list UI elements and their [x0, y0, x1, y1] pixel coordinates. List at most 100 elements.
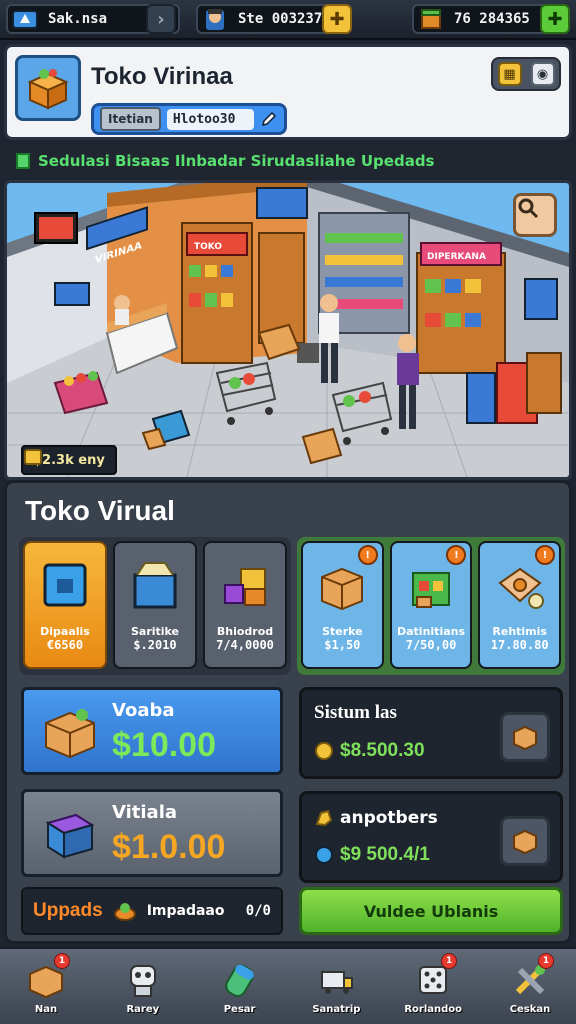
settings-icon[interactable]: ◉ — [530, 62, 555, 86]
shop-item-2[interactable]: Bhiodrod 7/4,0000 — [203, 541, 287, 669]
shop-item-price: 7/4,0000 — [216, 638, 274, 652]
fruit-crate-icon — [34, 695, 106, 767]
money-card-amount: $1.0.00 — [112, 828, 226, 866]
gold-nugget-icon — [315, 809, 333, 827]
gold-ticket-icon — [24, 449, 42, 465]
earnings-text: $2.3k eny — [33, 452, 105, 468]
shop-item-price: 17.80.80 — [490, 638, 549, 652]
magnifier-icon — [518, 198, 539, 219]
shop-item-price: $.2010 — [133, 638, 177, 652]
shop-item-name: Datinitians — [397, 625, 466, 638]
stat-row: $9 500.4/1 — [314, 844, 430, 866]
avatar — [198, 4, 232, 34]
coins-chip[interactable]: Ste 003237 ✚ — [196, 4, 352, 34]
package-button[interactable] — [500, 712, 550, 762]
store-scene[interactable]: VIRINAA TOKO DIPERKANA $2.3k eny — [4, 180, 572, 480]
upgrades-row[interactable]: Uppads Impadaao 0/0 — [21, 887, 283, 935]
panel-title: Toko Virual — [25, 495, 175, 526]
truck-icon — [314, 958, 358, 1002]
gem-icon — [315, 846, 333, 864]
stat-card-title: anpotbers — [340, 808, 438, 828]
coins-value: Ste 003237 — [238, 11, 323, 27]
shop-item-name: Sterke — [322, 625, 363, 638]
bottom-nav: 1 Nan Rarey Pesar Sanatrip 1 Rorlandoo 1… — [0, 946, 576, 1024]
gems-chip[interactable]: 76 284365 ✚ — [412, 4, 570, 34]
package-icon — [513, 725, 537, 751]
boxes-icon — [207, 547, 283, 623]
alert-badge: ! — [535, 545, 556, 565]
earnings-chip[interactable]: $2.3k eny — [21, 445, 117, 475]
upgrades-sub: Impadaao — [146, 903, 225, 919]
battery-icon — [218, 958, 262, 1002]
shop-item-name: Saritike — [130, 625, 180, 638]
stat-card-system[interactable]: Sistum las $8.500.30 — [299, 687, 563, 779]
add-gems-button[interactable]: ✚ — [540, 4, 570, 34]
stat-row: $8.500.30 — [314, 740, 425, 762]
shop-item-price: €6560 — [46, 638, 84, 652]
stat-row-title: anpotbers — [314, 808, 438, 828]
nav-item-nan[interactable]: 1 Nan — [6, 949, 86, 1023]
pencil-icon[interactable] — [260, 110, 278, 128]
shop-item-name: Rehtimis — [492, 625, 547, 638]
money-card-vitiala[interactable]: Vitiala $1.0.00 — [21, 789, 283, 877]
coin-icon — [315, 742, 333, 760]
nav-item-ceskan[interactable]: 1 Ceskan — [490, 949, 570, 1023]
shop-item-name: Dipaalis — [40, 625, 90, 638]
shop-item-price: 7/50,00 — [405, 638, 457, 652]
package-button[interactable] — [500, 816, 550, 866]
store-name-field[interactable]: Itetian Hlotoo30 — [91, 103, 287, 135]
search-button[interactable] — [513, 193, 557, 237]
notification-badge: 1 — [54, 953, 70, 969]
profile-icon — [8, 4, 42, 34]
blue-cube-icon — [27, 547, 103, 623]
header-actions: ▦ ◉ — [491, 57, 561, 91]
sign-text-3: DIPERKANA — [427, 252, 486, 262]
nav-item-rorlandoo[interactable]: 1 Rorlandoo — [393, 949, 473, 1023]
shop-item-5[interactable]: ! Rehtimis 17.80.80 — [478, 541, 562, 669]
package-icon — [513, 829, 537, 855]
unlock-button[interactable]: Vuldee Ublanis — [299, 887, 563, 935]
banner-text: Sedulasi Bisaas Ilnbadar Sirudasliahe Up… — [38, 152, 435, 170]
stat-value: $9 500.4/1 — [340, 844, 430, 865]
shop-item-price: $1,50 — [324, 638, 361, 652]
nav-label: Rorlandoo — [404, 1003, 463, 1015]
chevron-right-icon[interactable]: › — [146, 4, 176, 34]
crate-icon — [117, 547, 193, 623]
shop-item-1[interactable]: Saritike $.2010 — [113, 541, 197, 669]
stat-value: $8.500.30 — [340, 740, 425, 761]
robot-icon — [121, 958, 165, 1002]
stat-card-anpotbers[interactable]: anpotbers $9 500.4/1 — [299, 791, 563, 883]
isometric-store-illustration: VIRINAA TOKO DIPERKANA — [7, 183, 569, 477]
shop-group-left: Dipaalis €6560 Saritike $.2010 Bhiodrod … — [19, 537, 291, 675]
flag-icon — [16, 153, 30, 169]
sign-text-2: TOKO — [194, 242, 222, 252]
event-banner[interactable]: Sedulasi Bisaas Ilnbadar Sirudasliahe Up… — [0, 144, 576, 178]
store-tag: Itetian — [100, 107, 161, 131]
crate-icon — [414, 4, 448, 34]
upgrades-label: Uppads — [33, 900, 103, 921]
shop-group-right: ! Sterke $1,50 ! Datinitians 7/50,00 ! R… — [297, 537, 565, 675]
shop-item-0[interactable]: Dipaalis €6560 — [23, 541, 107, 669]
store-panel: Toko Virual Dipaalis €6560 Saritike $.20… — [4, 480, 572, 944]
nav-item-rarey[interactable]: Rarey — [103, 949, 183, 1023]
nav-item-pesar[interactable]: Pesar — [200, 949, 280, 1023]
player-name: Sak.nsa — [48, 11, 108, 27]
add-coins-button[interactable]: ✚ — [322, 4, 352, 34]
nav-label: Rarey — [126, 1003, 160, 1015]
nav-item-sanatrip[interactable]: Sanatrip — [296, 949, 376, 1023]
nav-label: Pesar — [223, 1003, 256, 1015]
calendar-icon[interactable]: ▦ — [497, 62, 522, 86]
store-box-icon — [15, 55, 81, 121]
nav-label: Nan — [34, 1003, 58, 1015]
money-card-voaba[interactable]: Voaba $10.00 — [21, 687, 283, 775]
store-title: Toko Virinaa — [91, 63, 233, 90]
shop-item-4[interactable]: ! Datinitians 7/50,00 — [389, 541, 473, 669]
shop-item-name: Bhiodrod — [216, 625, 274, 638]
purple-box-icon — [34, 797, 106, 869]
money-card-amount: $10.00 — [112, 726, 216, 764]
alert-badge: ! — [357, 545, 378, 565]
player-chip[interactable]: Sak.nsa › — [6, 4, 180, 34]
shop-item-3[interactable]: ! Sterke $1,50 — [301, 541, 384, 669]
upgrades-count: 0/0 — [245, 903, 271, 919]
stat-card-title: Sistum las — [314, 702, 397, 723]
